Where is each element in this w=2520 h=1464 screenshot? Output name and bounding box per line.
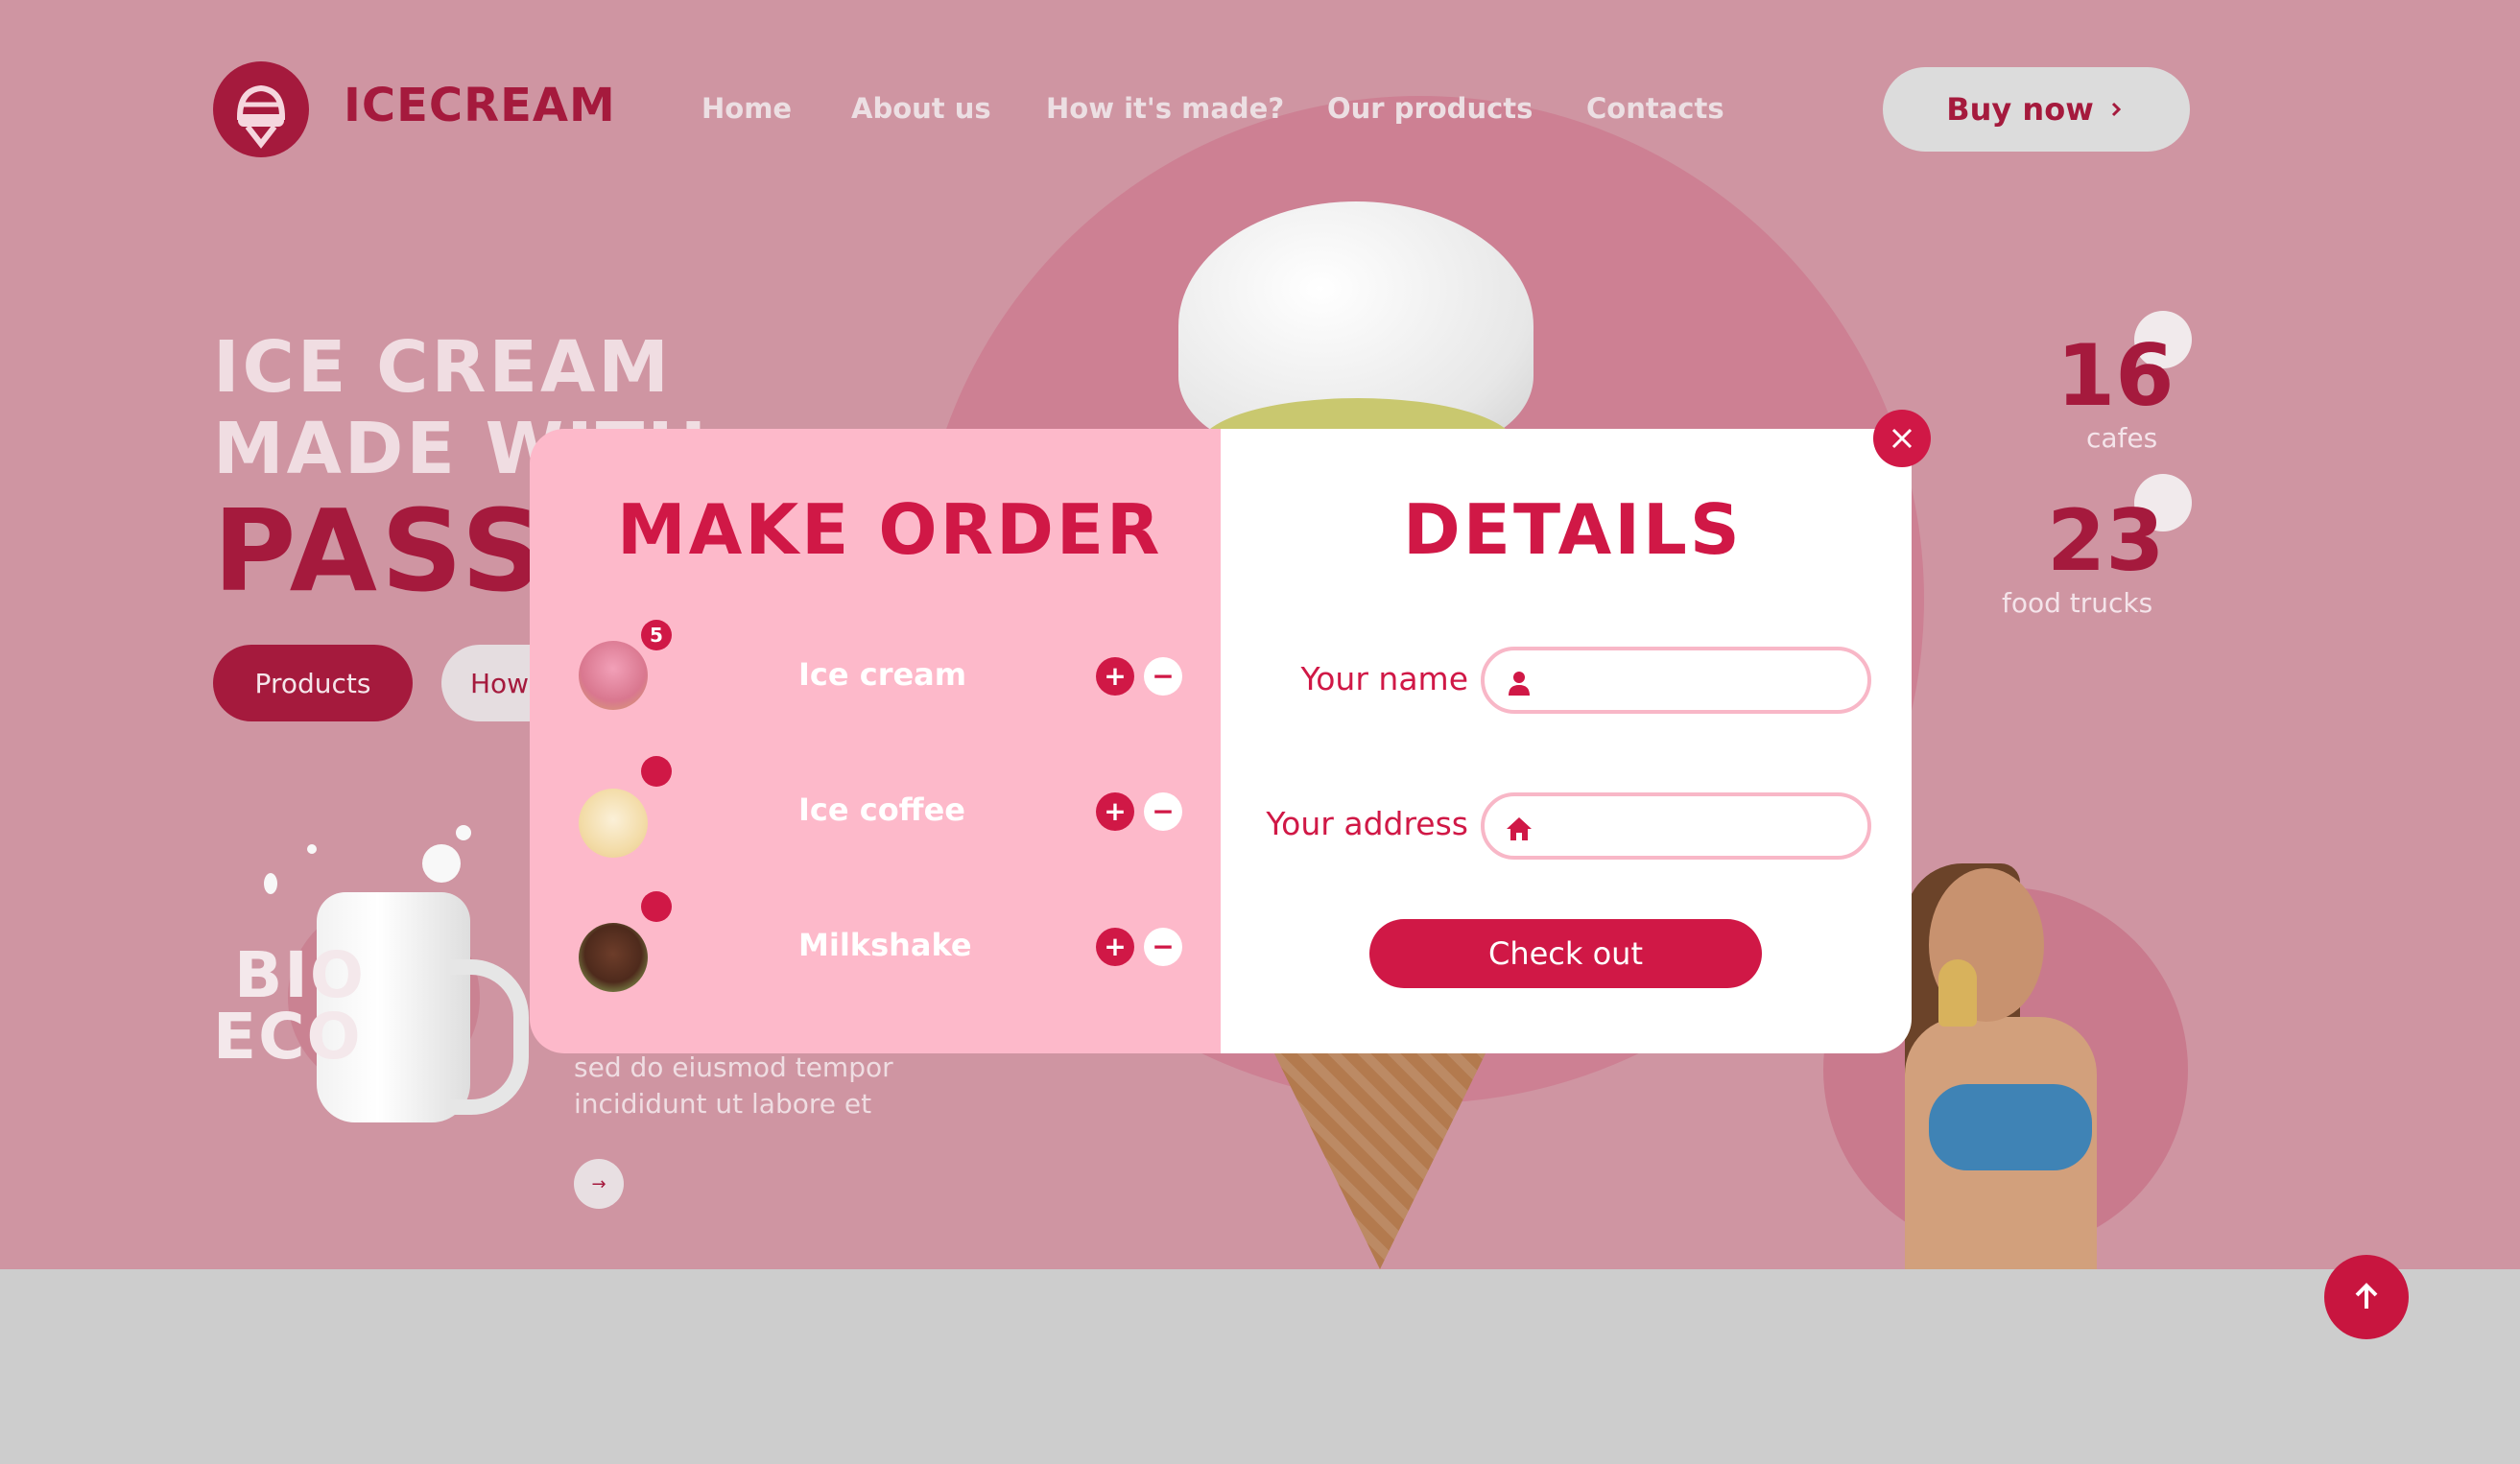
nav-our-products[interactable]: Our products (1327, 92, 1533, 125)
nav-how-its-made[interactable]: How it's made? (1046, 92, 1284, 125)
minus-icon: − (1152, 795, 1175, 827)
lorem-line1: sed do eiusmod tempor (574, 1051, 893, 1083)
ice-coffee-plus-button[interactable]: + (1096, 792, 1134, 831)
your-address-label: Your address (1266, 805, 1468, 842)
ice-cream-product-image (579, 641, 648, 710)
ice-cream-minus-button[interactable]: − (1144, 657, 1182, 696)
minus-icon: − (1152, 660, 1175, 692)
milk-splash (307, 844, 317, 854)
ice-coffee-item-name: Ice coffee (798, 791, 965, 828)
milk-splash (456, 825, 471, 840)
lower-section (0, 1269, 2520, 1464)
plus-icon: + (1104, 660, 1127, 692)
ice-cream-plus-button[interactable]: + (1096, 657, 1134, 696)
milkshake-product-image (579, 923, 648, 992)
your-name-input[interactable] (1552, 650, 1863, 712)
arrow-right-icon: → (591, 1173, 606, 1194)
milkshake-quantity-badge (641, 891, 672, 922)
products-button[interactable]: Products (213, 645, 413, 721)
nav-contacts[interactable]: Contacts (1586, 92, 1724, 125)
minus-icon: − (1152, 931, 1175, 962)
buy-now-button[interactable]: Buy now (1883, 67, 2190, 152)
girl-swimsuit-image (1929, 1084, 2092, 1170)
nav-about-us[interactable]: About us (851, 92, 991, 125)
your-name-label: Your name (1300, 660, 1468, 697)
ice-cream-item-name: Ice cream (798, 656, 967, 693)
details-title: DETAILS (1403, 489, 1743, 570)
milkshake-plus-button[interactable]: + (1096, 928, 1134, 966)
make-order-title: MAKE ORDER (617, 489, 1163, 570)
check-out-button[interactable]: Check out (1369, 919, 1762, 988)
milkshake-minus-button[interactable]: − (1144, 928, 1182, 966)
close-icon (1891, 428, 1913, 449)
plus-icon: + (1104, 795, 1127, 827)
girl-ice-cream-image (1938, 959, 1977, 1027)
milk-splash (422, 844, 461, 883)
eco-label: ECO (213, 1000, 363, 1074)
your-address-field[interactable] (1481, 792, 1871, 860)
ice-cream-quantity-badge: 5 (641, 620, 672, 650)
milk-splash (264, 873, 277, 894)
brand-name: ICECREAM (344, 79, 616, 132)
stat-food-trucks-number: 23 (2047, 491, 2165, 590)
page: ICECREAM Home About us How it's made? Ou… (0, 0, 2520, 1464)
stat-cafes-label: cafes (2086, 422, 2158, 454)
your-address-input[interactable] (1552, 796, 1863, 858)
ice-coffee-minus-button[interactable]: − (1144, 792, 1182, 831)
home-icon (1507, 817, 1532, 840)
nav-home[interactable]: Home (701, 92, 792, 125)
hero-headline-line1: ICE CREAM (213, 326, 672, 409)
buy-now-label: Buy now (1946, 91, 2094, 128)
stat-food-trucks-label: food trucks (2002, 587, 2153, 619)
lorem-line2: incididunt ut labore et (574, 1088, 872, 1120)
user-icon (1509, 672, 1530, 696)
stat-cafes-number: 16 (2056, 326, 2175, 425)
your-name-field[interactable] (1481, 647, 1871, 714)
ice-cream-logo-icon (236, 84, 286, 149)
ice-coffee-product-image (579, 789, 648, 858)
chevron-right-icon (2111, 102, 2121, 117)
milkshake-item-name: Milkshake (798, 927, 972, 963)
close-modal-button[interactable] (1873, 410, 1931, 467)
read-more-button[interactable]: → (574, 1159, 624, 1209)
milk-jug-handle (446, 959, 529, 1115)
plus-icon: + (1104, 931, 1127, 962)
brand-logo[interactable] (213, 61, 309, 157)
arrow-up-icon (2355, 1283, 2378, 1309)
scroll-to-top-button[interactable] (2324, 1255, 2409, 1339)
ice-coffee-quantity-badge (641, 756, 672, 787)
